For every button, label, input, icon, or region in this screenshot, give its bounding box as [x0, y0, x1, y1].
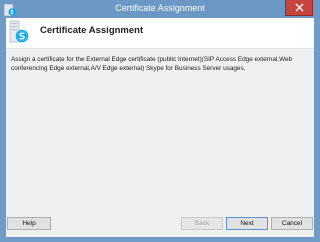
close-button[interactable]: [285, 0, 313, 16]
title-bar[interactable]: S Certificate Assignment: [0, 0, 320, 18]
cancel-button[interactable]: Cancel: [271, 217, 313, 230]
wizard-client-area: S Certificate Assignment Assign a certif…: [6, 18, 314, 237]
help-button[interactable]: Help: [7, 217, 51, 230]
window-title: Certificate Assignment: [115, 3, 205, 13]
description-text: Assign a certificate for the External Ed…: [11, 56, 293, 72]
close-icon: [295, 3, 304, 12]
page-title: Certificate Assignment: [40, 25, 144, 36]
back-button[interactable]: Back: [181, 217, 223, 230]
skype-for-business-logo-icon: S: [9, 20, 29, 43]
certificate-assignment-window: S Certificate Assignment S Certificate A…: [0, 0, 320, 242]
svg-text:S: S: [19, 32, 26, 43]
wizard-header: S Certificate Assignment: [6, 18, 314, 49]
next-button[interactable]: Next: [226, 217, 268, 230]
